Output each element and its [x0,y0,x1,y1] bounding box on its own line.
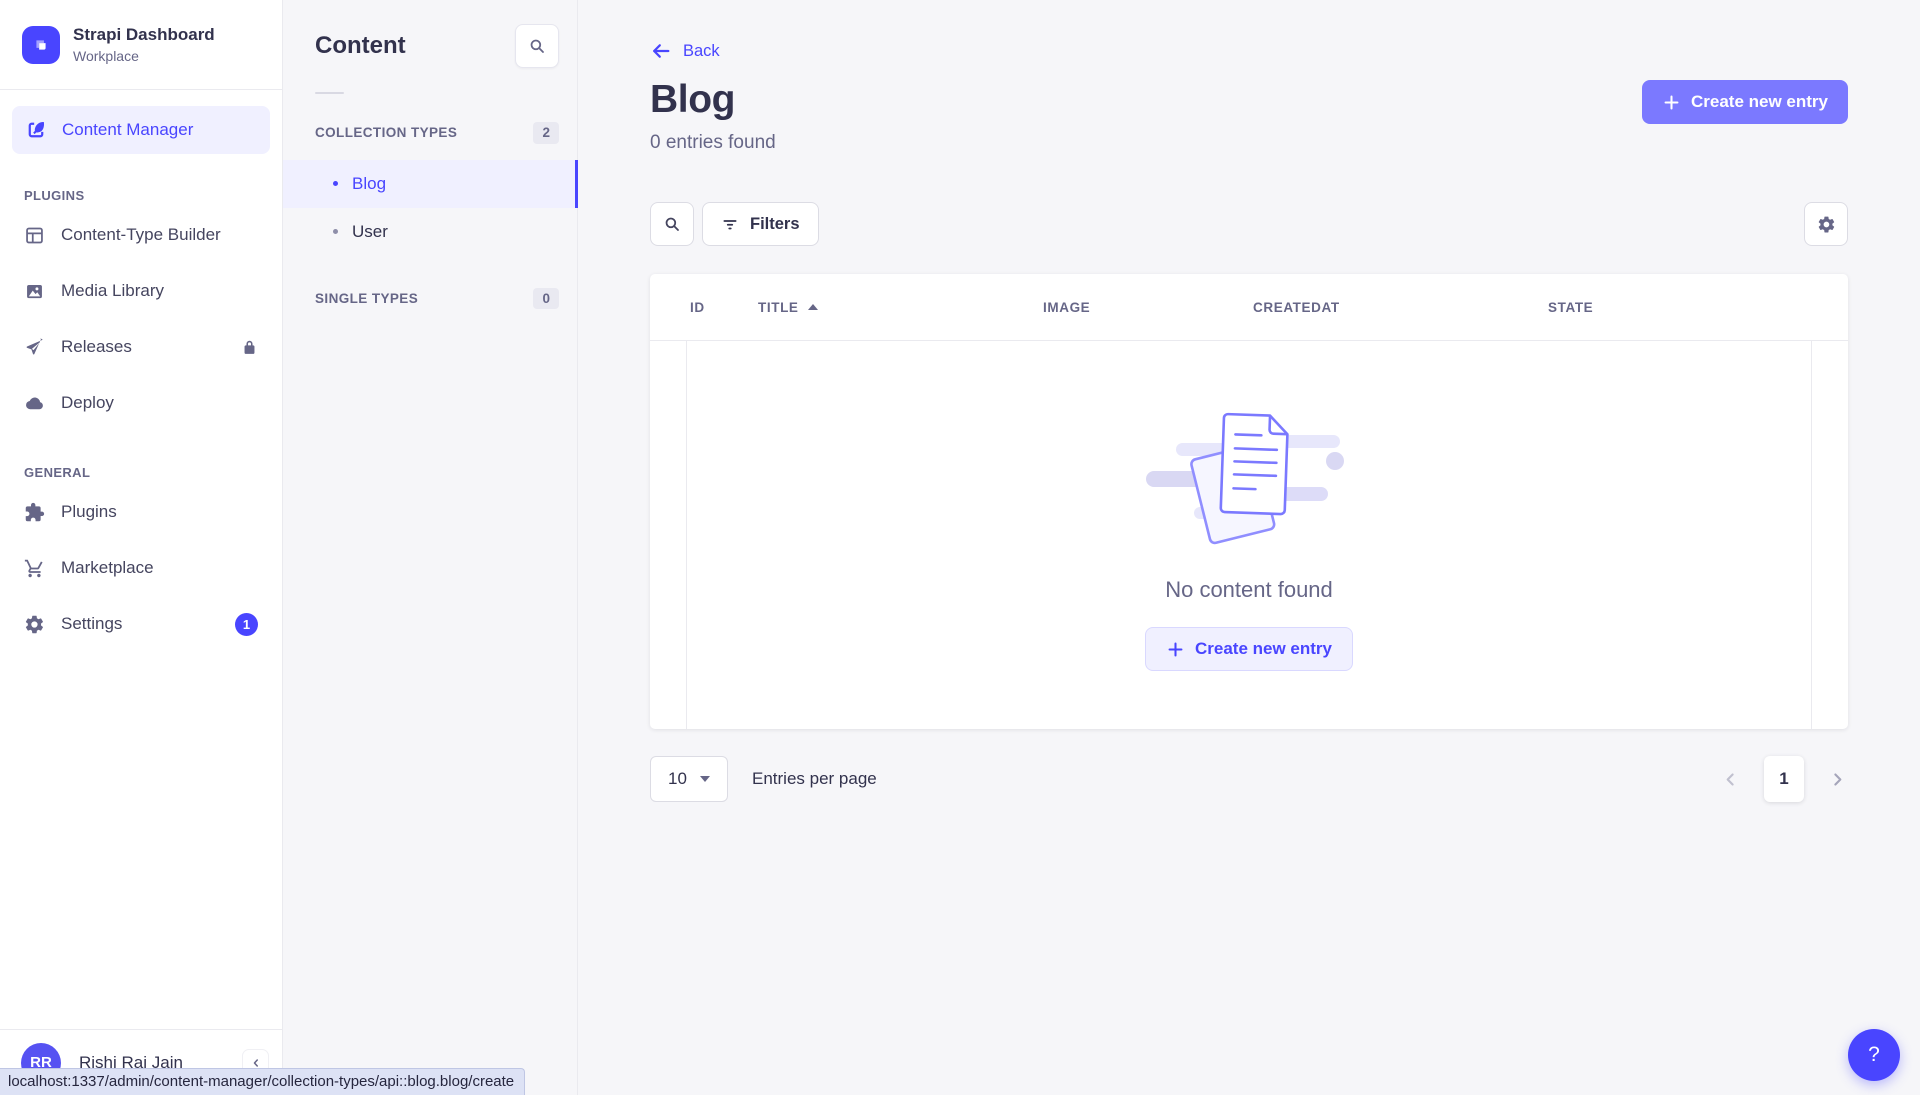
sidebar-section-plugins: PLUGINS [24,188,258,203]
bullet-icon [333,181,338,186]
plus-icon [1662,93,1681,112]
sort-ascending-icon [808,304,818,310]
subnav-title: Content [315,32,406,60]
entries-table: ID TITLE IMAGE CREATEDAT STATE [650,274,1848,729]
column-header-image[interactable]: IMAGE [1043,300,1253,315]
table-search-button[interactable] [650,202,694,246]
feather-pen-icon [25,119,47,141]
collection-type-label: User [352,222,388,242]
collection-types-label: COLLECTION TYPES [315,125,457,140]
sidebar-item-plugins[interactable]: Plugins [0,484,282,540]
settings-notification-badge: 1 [235,613,258,636]
column-header-id[interactable]: ID [690,300,758,315]
sidebar-item-deploy[interactable]: Deploy [0,375,282,431]
chevron-right-icon [1829,771,1846,788]
page-title: Blog [650,78,735,123]
sidebar-item-releases[interactable]: Releases [0,319,282,375]
divider [315,92,344,94]
page-number-button[interactable]: 1 [1764,756,1804,802]
table-header-row: ID TITLE IMAGE CREATEDAT STATE [650,274,1848,341]
puzzle-icon [24,502,45,523]
sidebar-section-general: GENERAL [24,465,258,480]
sidebar-item-media-library[interactable]: Media Library [0,263,282,319]
chevron-left-icon [250,1057,262,1069]
single-types-count-badge: 0 [533,288,559,310]
search-icon [663,215,681,233]
sidebar-item-settings[interactable]: Settings 1 [0,596,282,652]
view-settings-button[interactable] [1804,202,1848,246]
next-page-button[interactable] [1829,771,1846,788]
sidebar-item-label: Marketplace [61,558,154,578]
workspace-title: Strapi Dashboard [73,24,215,46]
main-content: Back Blog Create new entry 0 entries fou… [578,0,1920,1095]
content-manager-subnav: Content COLLECTION TYPES 2 Blog User SIN… [283,0,578,1095]
previous-page-button[interactable] [1722,771,1739,788]
collection-types-count-badge: 2 [533,122,559,144]
collection-type-label: Blog [352,174,386,194]
create-new-entry-button[interactable]: Create new entry [1642,80,1848,124]
gear-icon [1817,215,1836,234]
sidebar-item-label: Plugins [61,502,117,522]
paper-plane-icon [24,337,45,358]
sidebar-item-label: Content Manager [62,120,193,140]
search-icon [528,37,546,55]
chevron-down-icon [700,776,710,782]
entries-per-page-label: Entries per page [752,769,877,789]
sidebar-item-label: Media Library [61,281,164,301]
empty-state: No content found Create new entry [686,341,1812,729]
workspace-header[interactable]: Strapi Dashboard Workplace [0,0,282,90]
plus-icon [1166,640,1185,659]
layout-icon [24,225,45,246]
lock-icon [241,339,258,356]
sidebar-item-content-manager[interactable]: Content Manager [12,106,270,154]
column-header-title[interactable]: TITLE [758,300,1043,315]
sidebar-item-marketplace[interactable]: Marketplace [0,540,282,596]
bullet-icon [333,229,338,234]
chevron-left-icon [1722,771,1739,788]
collection-type-item-blog[interactable]: Blog [283,160,577,208]
sidebar-item-label: Content-Type Builder [61,225,221,245]
empty-state-message: No content found [1165,577,1333,603]
column-header-createdat[interactable]: CREATEDAT [1253,300,1548,315]
sidebar-item-label: Releases [61,337,132,357]
collection-type-item-user[interactable]: User [283,208,577,256]
page-size-select[interactable]: 10 [650,756,728,802]
column-header-state[interactable]: STATE [1548,300,1848,315]
arrow-left-icon [650,40,672,62]
cloud-icon [24,393,45,414]
workspace-subtitle: Workplace [73,47,215,65]
cart-icon [24,558,45,579]
main-sidebar: Strapi Dashboard Workplace Content Manag… [0,0,283,1095]
empty-state-create-button[interactable]: Create new entry [1145,627,1353,671]
back-link[interactable]: Back [650,40,720,62]
pagination: 10 Entries per page 1 [650,756,1848,802]
filter-icon [721,215,739,233]
gear-icon [24,614,45,635]
single-types-label: SINGLE TYPES [315,291,418,306]
subnav-search-button[interactable] [515,24,559,68]
documents-illustration [1142,399,1356,551]
sidebar-item-label: Deploy [61,393,114,413]
filters-button[interactable]: Filters [702,202,819,246]
strapi-logo-icon [22,26,60,64]
help-button[interactable]: ? [1848,1029,1900,1081]
browser-status-bar: localhost:1337/admin/content-manager/col… [0,1068,525,1095]
sidebar-item-content-type-builder[interactable]: Content-Type Builder [0,207,282,263]
sidebar-item-label: Settings [61,614,122,634]
image-icon [24,281,45,302]
entries-count-subtitle: 0 entries found [650,132,1848,154]
